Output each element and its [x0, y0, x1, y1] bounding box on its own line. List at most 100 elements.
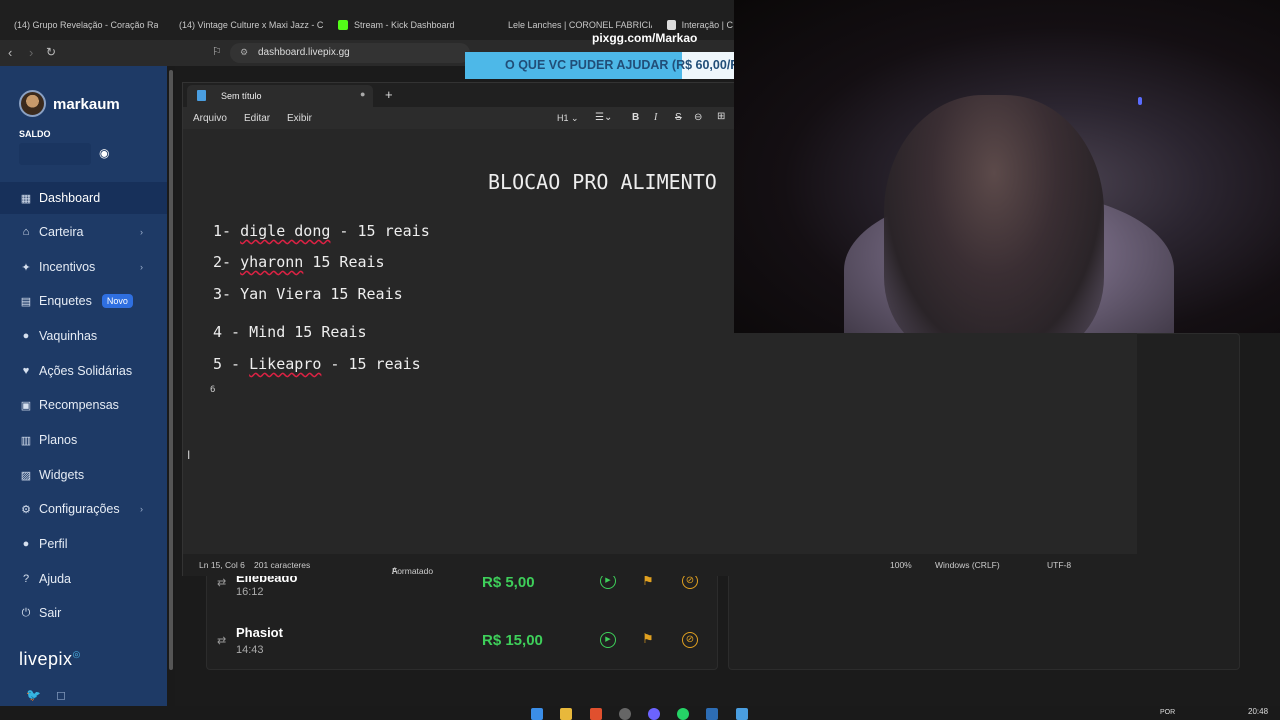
balance-hidden-value: [19, 143, 91, 165]
sidebar-item-configura-es[interactable]: ⚙ Configurações ›: [0, 493, 167, 525]
new-tab-icon[interactable]: +: [385, 87, 393, 102]
notepad-tab[interactable]: Sem título ●: [187, 85, 373, 107]
donor-name: Yan Viera: [240, 285, 322, 303]
list-icon[interactable]: ☰⌄: [595, 112, 612, 123]
sidebar-item-widgets[interactable]: ▨ Widgets: [0, 459, 167, 491]
led-light: [1138, 97, 1142, 105]
chevron-right-icon: ›: [140, 504, 143, 514]
brave-icon[interactable]: [590, 708, 602, 720]
menu-editar[interactable]: Editar: [244, 113, 270, 124]
sidebar-item-ajuda[interactable]: ? Ajuda: [0, 563, 167, 595]
sidebar-item-planos[interactable]: ▥ Planos: [0, 424, 167, 456]
encoding[interactable]: UTF-8: [1047, 560, 1071, 570]
sidebar-item-label: Configurações: [39, 502, 120, 516]
discord-icon[interactable]: [648, 708, 660, 720]
cursor-position: Ln 15, Col 6: [199, 560, 245, 570]
doc-line-3: 3- Yan Viera 15 Reais: [213, 285, 403, 303]
webcam-person-face: [884, 95, 1104, 333]
scrollbar-thumb[interactable]: [169, 70, 173, 670]
logout-icon: ⏻: [21, 606, 31, 619]
bookmark-icon[interactable]: ⚐: [212, 45, 222, 58]
format-label: Formatado: [392, 566, 434, 576]
sidebar-item-label: Ações Solidárias: [39, 364, 133, 378]
site-info-icon[interactable]: ⚙: [240, 47, 248, 58]
taskbar: [0, 706, 1280, 720]
link-icon[interactable]: ⊖: [694, 112, 702, 123]
line-suffix: 15 Reais: [321, 285, 403, 303]
sidebar-item-vaquinhas[interactable]: ● Vaquinhas: [0, 320, 167, 352]
livepix-logo: livepix◎: [19, 649, 81, 670]
donation-amount: R$ 5,00: [482, 574, 535, 591]
logo-mark: ◎: [72, 649, 81, 659]
donor-name: Mind: [249, 323, 286, 341]
sidebar-item-enquetes[interactable]: ▤ Enquetes Novo: [0, 285, 167, 317]
line-ending[interactable]: Windows (CRLF): [935, 560, 1000, 570]
transfer-icon: ⇄: [217, 577, 227, 589]
strikethrough-icon[interactable]: S: [675, 112, 682, 123]
balance-label: SALDO: [19, 129, 51, 139]
sidebar-item-dashboard[interactable]: ▦ Dashboard: [0, 182, 167, 214]
whatsapp-icon[interactable]: [677, 708, 689, 720]
menu-arquivo[interactable]: Arquivo: [193, 113, 227, 124]
chevron-right-icon: ›: [140, 227, 143, 237]
eye-icon[interactable]: ◉: [99, 146, 109, 160]
stylus-icon[interactable]: [706, 708, 718, 720]
line-suffix: 15 Reais: [303, 253, 385, 271]
username: markaum: [53, 96, 120, 113]
poll-icon: ▤: [20, 295, 32, 308]
layers-icon: ▥: [20, 434, 32, 447]
browser-tab-2[interactable]: (14) Vintage Culture x Maxi Jazz - Co: [173, 16, 323, 34]
sparkle-icon: ✦: [21, 261, 31, 274]
sidebar-item-recompensas[interactable]: ▣ Recompensas: [0, 389, 167, 421]
sidebar-item-incentivos[interactable]: ✦ Incentivos ›: [0, 251, 167, 283]
sidebar-item-a-es-solid-rias[interactable]: ♥ Ações Solidárias: [0, 355, 167, 387]
doc-line-2: 2- yharonn 15 Reais: [213, 253, 385, 271]
donation-amount: R$ 15,00: [482, 632, 543, 649]
gear-icon: ⚙: [21, 503, 31, 516]
line-suffix: - 15 reais: [330, 222, 430, 240]
back-icon[interactable]: ‹: [8, 45, 12, 60]
table-icon[interactable]: ⊞: [717, 111, 725, 122]
replay-icon[interactable]: ▶: [600, 632, 616, 648]
zoom-level[interactable]: 100%: [890, 560, 912, 570]
sidebar-item-carteira[interactable]: ⌂ Carteira ›: [0, 216, 167, 248]
chevron-right-icon: ›: [140, 262, 143, 272]
notepad-taskbar-icon[interactable]: [736, 708, 748, 720]
forward-icon[interactable]: ›: [29, 45, 33, 60]
reload-icon[interactable]: ↻: [46, 45, 56, 59]
italic-icon[interactable]: I: [654, 112, 657, 123]
doc-heading: BLOCAO PRO ALIMENTO: [488, 170, 717, 194]
obs-icon[interactable]: [619, 708, 631, 720]
block-icon[interactable]: ⊘: [682, 632, 698, 648]
bold-icon[interactable]: B: [632, 112, 639, 123]
browser-tab-3[interactable]: Stream - Kick Dashboard: [338, 16, 488, 34]
language-indicator[interactable]: POR: [1160, 709, 1175, 716]
windows-start-icon[interactable]: [531, 708, 543, 720]
browser-tab-1[interactable]: (14) Grupo Revelação - Coração Radi: [8, 16, 158, 34]
url-input[interactable]: ⚙ dashboard.livepix.gg: [230, 43, 470, 63]
sidebar-item-perfil[interactable]: ● Perfil: [0, 528, 167, 560]
transfer-icon: ⇄: [217, 635, 227, 647]
line-prefix: 4 -: [213, 323, 250, 341]
heart-hand-icon: ♥: [22, 365, 30, 377]
sidebar-item-label: Carteira: [39, 225, 84, 239]
file-explorer-icon[interactable]: [560, 708, 572, 720]
line-prefix: 3-: [213, 285, 241, 303]
avatar[interactable]: [19, 90, 46, 117]
sidebar-item-label: Dashboard: [39, 191, 101, 205]
widget-icon: ▨: [20, 469, 32, 482]
unsaved-dot-icon[interactable]: ●: [360, 89, 365, 99]
heading-dropdown[interactable]: H1 ⌄: [557, 113, 579, 124]
sidebar-item-label: Recompensas: [39, 398, 119, 412]
new-badge: Novo: [101, 294, 133, 308]
sidebar-item-sair[interactable]: ⏻ Sair: [0, 597, 167, 629]
notepad-icon: [197, 90, 206, 101]
line-suffix: - 15 reais: [321, 355, 421, 373]
twitter-icon[interactable]: 🐦: [26, 688, 41, 702]
flag-icon[interactable]: ⚑: [642, 631, 654, 647]
piggy-icon: ●: [22, 330, 30, 342]
instagram-icon[interactable]: ◻: [56, 688, 66, 702]
menu-exibir[interactable]: Exibir: [287, 113, 312, 124]
speaker-icon: [667, 20, 676, 30]
clock[interactable]: 20:48: [1248, 707, 1268, 716]
